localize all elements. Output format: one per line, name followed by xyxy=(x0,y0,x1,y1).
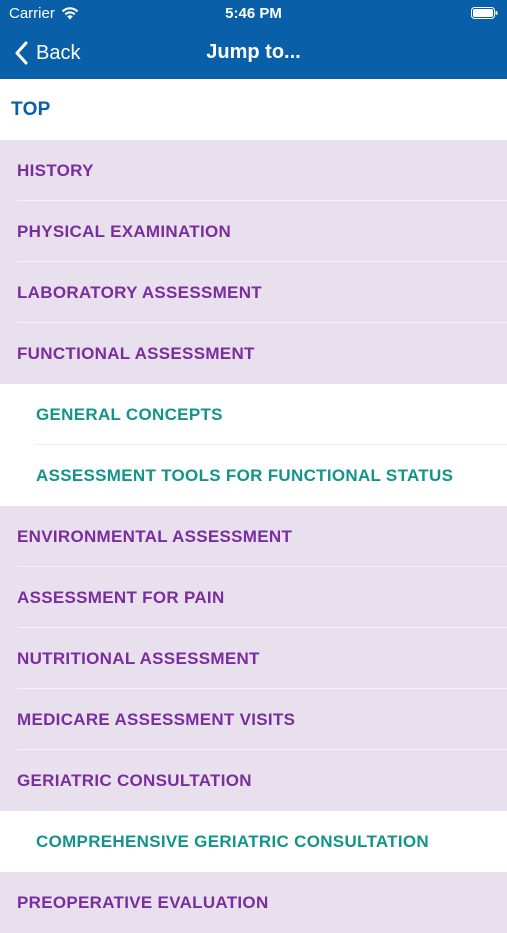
list-item-label: FUNCTIONAL ASSESSMENT xyxy=(17,344,255,363)
list-item-label: GERIATRIC CONSULTATION xyxy=(17,771,252,790)
page-title: Jump to... xyxy=(206,41,301,63)
list-item-label: COMPREHENSIVE GERIATRIC CONSULTATION xyxy=(36,832,429,851)
list-item-laboratory-assessment[interactable]: LABORATORY ASSESSMENT xyxy=(0,262,507,323)
list-item-label: ASSESSMENT TOOLS FOR FUNCTIONAL STATUS xyxy=(36,466,454,485)
app-header: Carrier 5:46 PM Back Jump to... xyxy=(0,0,507,79)
list-item-label: TOP xyxy=(11,99,51,120)
list-item-preoperative-evaluation[interactable]: PREOPERATIVE EVALUATION xyxy=(0,872,507,933)
list-item-nutritional-assessment[interactable]: NUTRITIONAL ASSESSMENT xyxy=(0,628,507,689)
list-item-label: ENVIRONMENTAL ASSESSMENT xyxy=(17,527,293,546)
list-item-functional-assessment[interactable]: FUNCTIONAL ASSESSMENT xyxy=(0,323,507,384)
status-bar: Carrier 5:46 PM xyxy=(0,0,507,28)
list-item-label: HISTORY xyxy=(17,161,94,180)
list-item-label: MEDICARE ASSESSMENT VISITS xyxy=(17,710,296,729)
list-item-label: PHYSICAL EXAMINATION xyxy=(17,222,232,241)
list-item-label: ASSESSMENT FOR PAIN xyxy=(17,588,225,607)
list-item-label: NUTRITIONAL ASSESSMENT xyxy=(17,649,260,668)
list-item-medicare-assessment-visits[interactable]: MEDICARE ASSESSMENT VISITS xyxy=(0,689,507,750)
list-item-general-concepts[interactable]: GENERAL CONCEPTS xyxy=(0,384,507,445)
list-item-top[interactable]: TOP xyxy=(0,79,507,140)
status-time: 5:46 PM xyxy=(225,5,282,22)
jump-to-list: TOP HISTORY PHYSICAL EXAMINATION LABORAT… xyxy=(0,79,507,933)
list-item-label: GENERAL CONCEPTS xyxy=(36,405,223,424)
list-item-assessment-tools[interactable]: ASSESSMENT TOOLS FOR FUNCTIONAL STATUS xyxy=(0,445,507,506)
list-item-geriatric-consultation[interactable]: GERIATRIC CONSULTATION xyxy=(0,750,507,811)
list-item-comprehensive-geriatric-consultation[interactable]: COMPREHENSIVE GERIATRIC CONSULTATION xyxy=(0,811,507,872)
list-item-physical-examination[interactable]: PHYSICAL EXAMINATION xyxy=(0,201,507,262)
list-item-assessment-for-pain[interactable]: ASSESSMENT FOR PAIN xyxy=(0,567,507,628)
battery-icon xyxy=(471,7,498,19)
list-item-history[interactable]: HISTORY xyxy=(0,140,507,201)
navigation-bar: Back Jump to... xyxy=(0,28,507,79)
list-item-label: LABORATORY ASSESSMENT xyxy=(17,283,262,302)
list-item-label: PREOPERATIVE EVALUATION xyxy=(17,893,269,912)
list-item-environmental-assessment[interactable]: ENVIRONMENTAL ASSESSMENT xyxy=(0,506,507,567)
